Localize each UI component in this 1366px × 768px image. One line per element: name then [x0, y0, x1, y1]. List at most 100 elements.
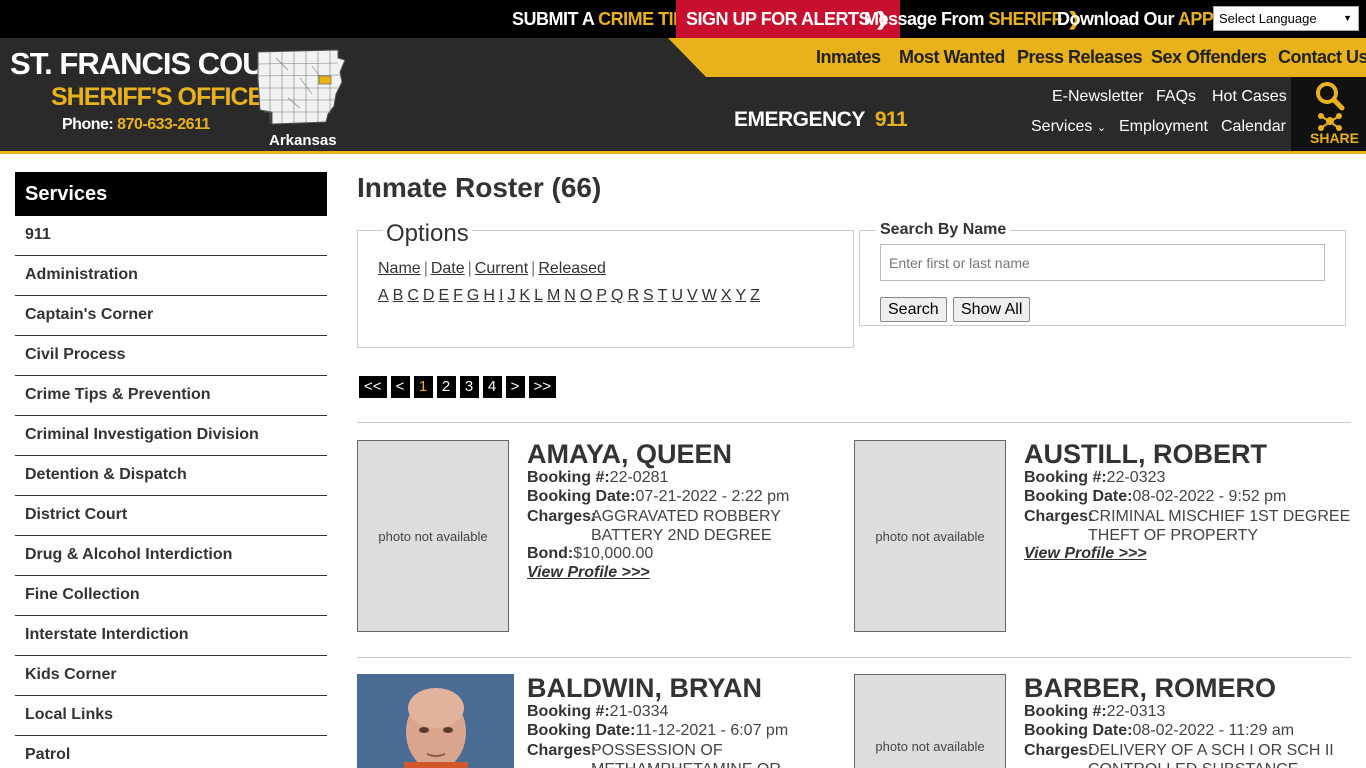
sidebar-title: Services: [15, 172, 327, 216]
nav-press-releases[interactable]: Press Releases: [1017, 38, 1143, 77]
sidebar-item-crime-tips[interactable]: Crime Tips & Prevention: [15, 376, 327, 416]
booking-date: Booking Date:07-21-2022 - 2:22 pm: [527, 488, 789, 506]
letter-filter-v[interactable]: V: [687, 287, 698, 304]
page-prev[interactable]: <: [390, 376, 410, 398]
divider: [357, 657, 1351, 658]
search-icon[interactable]: [1315, 81, 1345, 111]
inmate-name[interactable]: AMAYA, QUEEN: [527, 439, 732, 470]
view-profile-link[interactable]: View Profile >>>: [527, 564, 650, 582]
nav-services[interactable]: Services ⌄: [1031, 118, 1106, 136]
page-1[interactable]: 1: [413, 376, 433, 398]
letter-filter-y[interactable]: Y: [735, 287, 746, 304]
inmate-photo[interactable]: [357, 674, 514, 768]
letter-filter-n[interactable]: N: [564, 287, 576, 304]
letter-filter-i[interactable]: I: [499, 287, 503, 304]
alerts-text: SIGN UP FOR ALERTS: [686, 9, 871, 29]
inmate-name[interactable]: BALDWIN, BRYAN: [527, 673, 762, 704]
inmate-name[interactable]: AUSTILL, ROBERT: [1024, 439, 1267, 470]
nav-contact-us[interactable]: Contact Us: [1278, 38, 1366, 77]
inmate-photo[interactable]: photo not available: [854, 440, 1006, 632]
sidebar-item-administration[interactable]: Administration: [15, 256, 327, 296]
sort-released-link[interactable]: Released: [538, 260, 606, 277]
booking-number-value: 22-0323: [1106, 469, 1166, 486]
sidebar-item-civil-process[interactable]: Civil Process: [15, 336, 327, 376]
sort-name-link[interactable]: Name: [378, 260, 421, 277]
letter-filter-c[interactable]: C: [407, 287, 419, 304]
letter-filter-f[interactable]: F: [453, 287, 463, 304]
phone-number[interactable]: Phone: 870-633-2611: [62, 116, 210, 134]
letter-filter-k[interactable]: K: [519, 287, 530, 304]
letter-filter-d[interactable]: D: [423, 287, 435, 304]
bond: Bond:$10,000.00: [527, 545, 653, 563]
page-3[interactable]: 3: [459, 376, 479, 398]
show-all-button[interactable]: Show All: [953, 297, 1031, 322]
letter-filter-l[interactable]: L: [534, 287, 543, 304]
letter-filter-q[interactable]: Q: [611, 287, 623, 304]
share-icon[interactable]: [1317, 112, 1343, 132]
download-text: Download Our: [1057, 9, 1178, 29]
site-subtitle[interactable]: SHERIFF'S OFFICE: [51, 83, 264, 112]
letter-filter-r[interactable]: R: [627, 287, 639, 304]
letter-filter-p[interactable]: P: [596, 287, 607, 304]
search-input[interactable]: [880, 244, 1325, 281]
download-app-link[interactable]: Download Our APP❯: [1057, 0, 1233, 38]
sidebar-item-drug-alcohol[interactable]: Drug & Alcohol Interdiction: [15, 536, 327, 576]
sidebar-item-captains-corner[interactable]: Captain's Corner: [15, 296, 327, 336]
page-last[interactable]: >>: [528, 376, 557, 398]
nav-faqs[interactable]: FAQs: [1156, 88, 1196, 106]
letter-filter-b[interactable]: B: [393, 287, 404, 304]
nav-calendar[interactable]: Calendar: [1221, 118, 1286, 136]
page-first[interactable]: <<: [359, 376, 387, 398]
nav-enewsletter[interactable]: E-Newsletter: [1052, 88, 1144, 106]
sort-links: Name | Date | Current | Released: [378, 260, 606, 278]
charge-item: POSSESSION OF: [591, 742, 723, 759]
letter-filter-j[interactable]: J: [507, 287, 515, 304]
search-button[interactable]: Search: [880, 297, 947, 322]
sidebar-item-kids-corner[interactable]: Kids Corner: [15, 656, 327, 696]
booking-date-value: 07-21-2022 - 2:22 pm: [635, 488, 790, 505]
sidebar-item-interstate-interdiction[interactable]: Interstate Interdiction: [15, 616, 327, 656]
share-label[interactable]: SHARE: [1310, 130, 1359, 146]
nav-sex-offenders[interactable]: Sex Offenders: [1151, 38, 1267, 77]
sidebar-item-fine-collection[interactable]: Fine Collection: [15, 576, 327, 616]
letter-filter-u[interactable]: U: [671, 287, 683, 304]
inmate-name[interactable]: BARBER, ROMERO: [1024, 673, 1276, 704]
page-4[interactable]: 4: [482, 376, 502, 398]
message-from-sheriff-link[interactable]: Message From SHERIFF ❯: [864, 0, 1082, 38]
bond-value: $10,000.00: [573, 545, 654, 562]
language-select[interactable]: Select Language ▼: [1213, 6, 1359, 31]
charge-item: METHAMPHETAMINE OR: [591, 760, 781, 768]
letter-filter-t[interactable]: T: [658, 287, 668, 304]
letter-filter-a[interactable]: A: [378, 287, 389, 304]
sidebar-item-detention-dispatch[interactable]: Detention & Dispatch: [15, 456, 327, 496]
page-next[interactable]: >: [505, 376, 525, 398]
booking-number-value: 22-0281: [609, 469, 669, 486]
letter-filter-g[interactable]: G: [467, 287, 479, 304]
sidebar-item-district-court[interactable]: District Court: [15, 496, 327, 536]
sort-date-link[interactable]: Date: [431, 260, 465, 277]
letter-filter-h[interactable]: H: [483, 287, 495, 304]
letter-filter-s[interactable]: S: [643, 287, 654, 304]
letter-filter-z[interactable]: Z: [750, 287, 760, 304]
letter-filter-w[interactable]: W: [702, 287, 717, 304]
view-profile-link[interactable]: View Profile >>>: [1024, 545, 1147, 563]
sidebar-item-local-links[interactable]: Local Links: [15, 696, 327, 736]
sidebar-item-911[interactable]: 911: [15, 216, 327, 256]
nav-most-wanted[interactable]: Most Wanted: [899, 38, 1005, 77]
letter-filter-e[interactable]: E: [438, 287, 449, 304]
sort-current-link[interactable]: Current: [475, 260, 528, 277]
emergency-number[interactable]: EMERGENCY 911: [734, 108, 908, 132]
letter-filter-o[interactable]: O: [580, 287, 592, 304]
letter-filter-x[interactable]: X: [721, 287, 732, 304]
nav-employment[interactable]: Employment: [1119, 118, 1208, 136]
booking-date: Booking Date:08-02-2022 - 11:29 am: [1024, 722, 1294, 740]
page-2[interactable]: 2: [436, 376, 456, 398]
sidebar-item-patrol[interactable]: Patrol: [15, 736, 327, 768]
nav-hot-cases[interactable]: Hot Cases: [1212, 88, 1287, 106]
letter-filter-m[interactable]: M: [547, 287, 560, 304]
sidebar-item-criminal-investigation[interactable]: Criminal Investigation Division: [15, 416, 327, 456]
emergency-value: 911: [874, 108, 908, 131]
nav-inmates[interactable]: Inmates: [816, 38, 881, 77]
inmate-photo[interactable]: photo not available: [357, 440, 509, 632]
inmate-photo[interactable]: photo not available: [854, 674, 1006, 768]
